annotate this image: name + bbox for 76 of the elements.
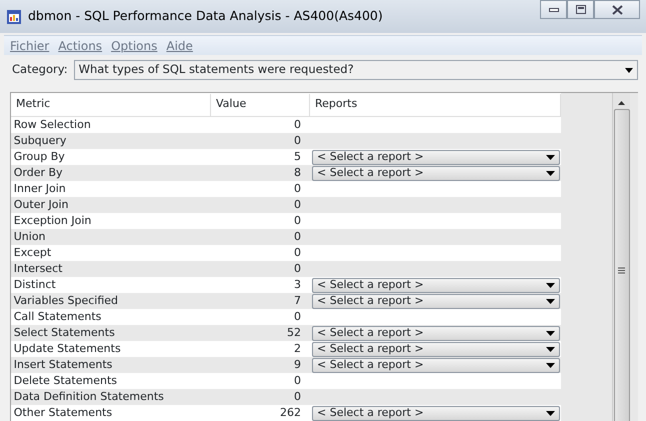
table-cell-text: 0 bbox=[293, 132, 302, 149]
report-dropdown[interactable]: < Select a report > bbox=[312, 278, 560, 292]
table-cell-text: 2 bbox=[293, 340, 302, 357]
caret-icon bbox=[546, 330, 555, 336]
table-cell-text: 5 bbox=[293, 148, 302, 165]
column-header: Metric bbox=[11, 94, 211, 116]
caret-icon bbox=[546, 282, 555, 288]
report-dropdown[interactable]: < Select a report > bbox=[312, 150, 560, 164]
table-cell-text: 0 bbox=[293, 244, 302, 261]
report-dropdown[interactable]: < Select a report > bbox=[312, 294, 560, 308]
table-cell-text: Order By bbox=[12, 164, 64, 181]
caret-icon bbox=[546, 410, 555, 416]
table-cell-text: Distinct bbox=[12, 276, 57, 293]
table-cell-text: Call Statements bbox=[12, 308, 102, 325]
grip-icon bbox=[618, 266, 625, 274]
caret-icon bbox=[546, 154, 555, 160]
column-header: Reports bbox=[310, 94, 561, 116]
menu-item[interactable]: Options bbox=[111, 36, 158, 54]
column-header: Value bbox=[211, 94, 310, 116]
table-cell-text: Data Definition Statements bbox=[12, 388, 165, 405]
table-cell-text: Exception Join bbox=[12, 212, 92, 229]
report-dropdown[interactable]: < Select a report > bbox=[312, 358, 560, 372]
table-cell-text: Union bbox=[12, 228, 47, 245]
table-cell-text: 3 bbox=[293, 276, 302, 293]
table-cell-text: 262 bbox=[279, 404, 302, 421]
window-title: dbmon - SQL Performance Data Analysis - AS400(As400) bbox=[28, 7, 383, 26]
report-dropdown[interactable]: < Select a report > bbox=[312, 166, 560, 180]
table-cell-text: Outer Join bbox=[12, 196, 70, 213]
table-cell-text: 7 bbox=[293, 292, 302, 309]
scrollbar[interactable] bbox=[612, 93, 630, 421]
maximize-button[interactable] bbox=[567, 0, 594, 19]
close-button[interactable] bbox=[594, 0, 640, 19]
table-cell-text: Intersect bbox=[12, 260, 64, 277]
table-cell-text: 0 bbox=[293, 372, 302, 389]
close-icon bbox=[612, 4, 622, 14]
table-cell-text: Select Statements bbox=[12, 324, 116, 341]
table-cell-text: 9 bbox=[293, 356, 302, 373]
minimize-button[interactable] bbox=[540, 0, 567, 19]
report-dropdown[interactable]: < Select a report > bbox=[312, 326, 560, 340]
table-cell-text: 0 bbox=[293, 260, 302, 277]
table-cell-text: Subquery bbox=[12, 132, 68, 149]
table-cell-text: Other Statements bbox=[12, 404, 114, 421]
table-cell-text: 0 bbox=[293, 116, 302, 133]
table-cell-text: 52 bbox=[286, 324, 302, 341]
menu-item[interactable]: Aide bbox=[166, 36, 193, 54]
table-cell-text: 0 bbox=[293, 388, 302, 405]
maximize-icon bbox=[576, 5, 586, 14]
table-cell-text: Row Selection bbox=[12, 116, 92, 133]
scroll-up-icon[interactable] bbox=[618, 101, 625, 105]
caret-icon bbox=[546, 362, 555, 368]
caret-icon bbox=[625, 68, 633, 72]
table-cell-text: Except bbox=[12, 244, 52, 261]
minimize-icon bbox=[548, 8, 558, 12]
table-cell-text: 0 bbox=[293, 180, 302, 197]
category-label: Category: bbox=[12, 61, 68, 78]
table-cell-text: 0 bbox=[293, 196, 302, 213]
table-cell-text: Insert Statements bbox=[12, 356, 114, 373]
category-dropdown[interactable]: What types of SQL statements were requested? bbox=[74, 60, 638, 80]
menu-item[interactable]: Fichier bbox=[10, 36, 50, 54]
table-cell-text: Update Statements bbox=[12, 340, 122, 357]
table-cell-text: Variables Specified bbox=[12, 292, 120, 309]
report-dropdown[interactable]: < Select a report > bbox=[312, 342, 560, 356]
table-cell-text: Group By bbox=[12, 148, 66, 165]
app-icon bbox=[6, 8, 22, 24]
table-cell-text: Inner Join bbox=[12, 180, 67, 197]
caret-icon bbox=[546, 346, 555, 352]
report-dropdown[interactable]: < Select a report > bbox=[312, 406, 560, 420]
caret-icon bbox=[546, 298, 555, 304]
table-cell-text: 0 bbox=[293, 212, 302, 229]
caret-icon bbox=[546, 170, 555, 176]
table-cell-text: 0 bbox=[293, 308, 302, 325]
menu-item[interactable]: Actions bbox=[58, 36, 102, 54]
table-cell-text: 8 bbox=[293, 164, 302, 181]
table-cell-text: 0 bbox=[293, 228, 302, 245]
scroll-thumb[interactable] bbox=[614, 109, 630, 421]
table-cell-text: Delete Statements bbox=[12, 372, 118, 389]
